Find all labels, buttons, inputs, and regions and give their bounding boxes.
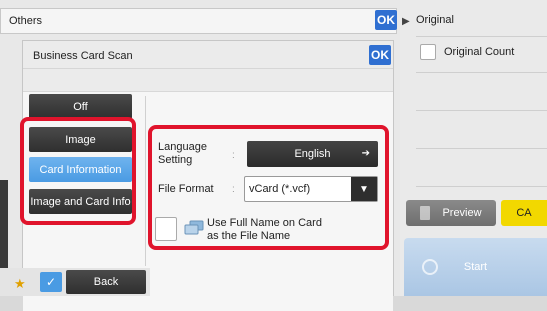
original-title[interactable]: Original (416, 14, 454, 26)
colon: : (232, 184, 235, 195)
divider (416, 186, 547, 187)
language-value: English (294, 148, 331, 160)
side-strip (0, 180, 8, 280)
dialog-title: Business Card Scan (33, 50, 133, 62)
start-icon (422, 259, 438, 275)
full-name-line2: as the File Name (207, 230, 291, 242)
expand-arrow-icon[interactable]: ▶ (402, 16, 410, 27)
others-ok-button[interactable]: OK (375, 10, 397, 30)
language-button[interactable]: English ➔ (247, 141, 378, 167)
divider (416, 72, 547, 73)
check-icon[interactable]: ✓ (40, 272, 62, 292)
off-button[interactable]: Off (29, 94, 132, 119)
dialog-ok-button[interactable]: OK (369, 45, 391, 65)
full-name-checkbox[interactable] (155, 217, 177, 241)
star-icon[interactable]: ★ (14, 276, 26, 292)
full-name-label: Use Full Name on Card as the File Name (207, 217, 322, 243)
start-button[interactable]: Start (404, 238, 547, 296)
language-label: Language Setting (158, 141, 238, 167)
language-label-line1: Language (158, 141, 207, 153)
original-count-checkbox[interactable] (420, 44, 436, 60)
divider (416, 36, 547, 37)
separator (145, 96, 146, 266)
full-name-line1: Use Full Name on Card (207, 217, 322, 229)
image-button[interactable]: Image (29, 127, 132, 152)
colon: : (232, 150, 235, 161)
original-count-label: Original Count (444, 46, 515, 58)
preview-icon (420, 206, 431, 220)
dialog-header: Business Card Scan (23, 41, 393, 69)
divider (416, 110, 547, 111)
divider (416, 148, 547, 149)
image-and-card-info-button[interactable]: Image and Card Info (29, 189, 132, 214)
preview-button[interactable]: Preview (406, 200, 496, 226)
preview-label: Preview (442, 207, 482, 219)
language-label-line2: Setting (158, 154, 193, 166)
business-card-icon (184, 220, 204, 235)
card-information-button[interactable]: Card Information (29, 157, 132, 182)
file-format-value: vCard (*.vcf) (249, 183, 311, 195)
original-count-option[interactable]: Original Count (420, 44, 514, 60)
file-format-label: File Format (158, 183, 214, 195)
file-format-select[interactable]: vCard (*.vcf) ▼ (244, 176, 378, 202)
arrow-right-icon: ➔ (361, 148, 370, 159)
back-button[interactable]: Back (66, 270, 146, 294)
others-header: Others (0, 8, 397, 34)
dropdown-arrow-icon[interactable]: ▼ (351, 177, 377, 201)
ca-button[interactable]: CA (501, 200, 547, 226)
start-label: Start (463, 261, 488, 273)
others-title: Others (9, 15, 43, 27)
